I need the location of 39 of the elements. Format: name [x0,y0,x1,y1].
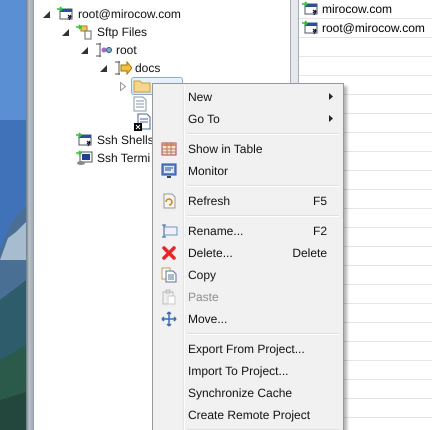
rename-icon [160,224,178,238]
table-icon [161,142,177,156]
tree-item-label[interactable]: Ssh Shells [97,133,154,147]
delete-icon [162,246,176,260]
menu-item[interactable]: Export From Project... [188,342,341,356]
tree-item-label[interactable]: Ssh Termi [97,151,150,165]
expanded-arrow-icon[interactable] [43,10,50,18]
menu-item[interactable]: Show in Table [188,142,341,156]
move-icon [161,311,177,327]
monitor-icon [161,163,177,179]
menu-item[interactable]: Create Remote Project [188,408,341,422]
expanded-arrow-icon[interactable] [81,46,88,54]
expanded-arrow-icon[interactable] [100,64,107,72]
tree-item-label[interactable]: docs [135,61,160,75]
tree-item-label[interactable]: root [116,43,137,57]
shortcut-label: Delete [292,246,327,260]
menu-item[interactable]: New [188,90,341,104]
menu-item[interactable]: Go To [188,112,341,126]
menu-item[interactable]: Move... [188,312,341,326]
shortcut-label: F5 [312,194,327,208]
refresh-icon [161,193,177,209]
collapsed-arrow-icon[interactable] [120,82,126,90]
shortcut-label: F2 [312,224,327,238]
paste-icon [161,289,177,305]
menu-item[interactable]: Import To Project... [188,364,341,378]
menu-item[interactable]: Synchronize Cache [188,386,341,400]
menu-item[interactable]: Delete... [188,246,292,260]
menu-item[interactable]: Copy [188,268,341,282]
copy-icon [161,267,177,283]
tree-item-label[interactable]: Sftp Files [97,25,148,39]
expanded-arrow-icon[interactable] [62,28,69,36]
menu-item[interactable]: Refresh [188,194,313,208]
connection-icon [302,20,320,36]
menu-item[interactable]: Rename... [188,224,313,238]
menu-item[interactable]: Monitor [188,164,341,178]
table-cell[interactable]: root@mirocow.com [322,21,425,35]
folder-icon [133,78,151,94]
tree-item-label[interactable]: root@mirocow.com [78,7,181,21]
table-cell[interactable]: mirocow.com [322,2,392,16]
